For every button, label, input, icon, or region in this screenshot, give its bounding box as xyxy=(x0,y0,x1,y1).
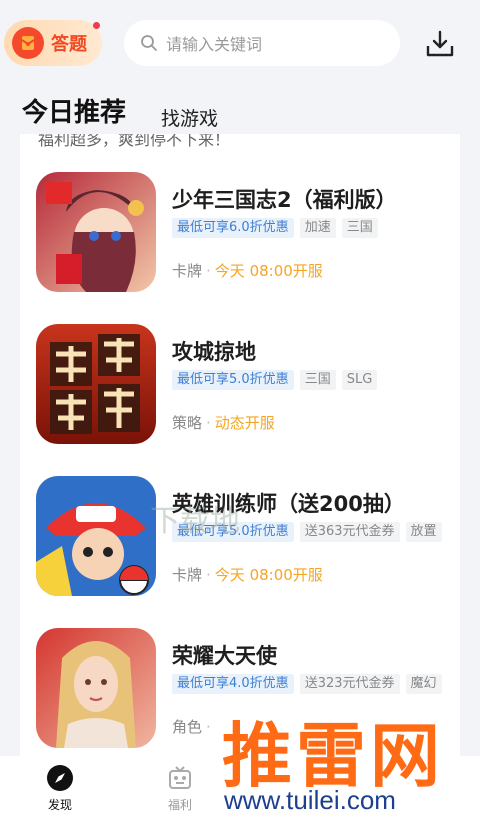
game-meta: 策略 · 动态开服 xyxy=(172,412,275,433)
notification-dot xyxy=(93,22,100,29)
discount-tag: 最低可享5.0折优惠 xyxy=(172,370,294,390)
quiz-label: 答题 xyxy=(51,34,87,55)
meta-separator: · xyxy=(206,718,211,736)
tag: 三国 xyxy=(299,370,336,390)
game-meta: 卡牌 · 今天 08:00开服 xyxy=(172,564,323,585)
nav-label: 发现 xyxy=(47,798,72,812)
tag: 放置 xyxy=(405,522,442,542)
tag: 送363元代金券 xyxy=(299,522,400,542)
game-category: 策略 xyxy=(172,414,203,432)
game-category: 卡牌 xyxy=(172,566,203,584)
nav-welfare[interactable]: 福利 xyxy=(150,764,210,813)
game-item[interactable]: 少年三国志2（福利版） 最低可享6.0折优惠 加速 三国 卡牌 · 今天 08:00… xyxy=(36,172,446,298)
top-bar: 答题 请输入关键词 xyxy=(0,0,480,90)
compass-icon xyxy=(47,765,73,791)
shaonian-sanguozhi-icon xyxy=(36,172,156,292)
gongcheng-luedi-icon xyxy=(36,324,156,444)
tab-find-games[interactable]: 找游戏 xyxy=(161,104,218,131)
game-category: 角色 xyxy=(172,718,203,736)
quiz-entry-button[interactable]: 答题 xyxy=(4,20,102,66)
app-screen: 答题 请输入关键词 今日推荐 找游戏 福利超多，爽到停不下来！ 少年三国志2（福… xyxy=(0,0,480,821)
meta-separator: · xyxy=(206,566,211,584)
url-watermark: www.tuilei.com xyxy=(224,785,396,815)
yingxiong-xunlianshi-icon xyxy=(36,476,156,596)
tag: 三国 xyxy=(341,218,378,238)
nav-label: 福利 xyxy=(167,798,192,812)
game-meta: 卡牌 · 今天 08:00开服 xyxy=(172,260,323,281)
tag-list: 最低可享4.0折优惠 送323元代金券 魔幻 xyxy=(172,674,442,694)
tag: SLG xyxy=(341,370,378,390)
game-category: 卡牌 xyxy=(172,262,203,280)
search-placeholder: 请输入关键词 xyxy=(166,35,263,54)
server-open-time: 今天 08:00开服 xyxy=(214,262,323,280)
download-icon[interactable] xyxy=(424,28,456,60)
game-meta: 角色 · xyxy=(172,716,215,737)
red-envelope-icon xyxy=(12,27,44,59)
gift-robot-icon xyxy=(169,766,191,789)
search-icon xyxy=(141,35,157,51)
tag-list: 最低可享6.0折优惠 加速 三国 xyxy=(172,218,378,238)
tag-list: 最低可享5.0折优惠 三国 SLG xyxy=(172,370,378,390)
discount-tag: 最低可享4.0折优惠 xyxy=(172,674,294,694)
tab-bar: 今日推荐 找游戏 xyxy=(0,90,480,134)
tag: 送323元代金券 xyxy=(299,674,400,694)
tag: 加速 xyxy=(299,218,336,238)
game-list-card: 福利超多，爽到停不下来！ 少年三国志2（福利版） 最低可享6.0折优惠 加速 三… xyxy=(20,134,460,756)
server-open-time: 今天 08:00开服 xyxy=(214,566,323,584)
nav-discover[interactable]: 发现 xyxy=(30,764,90,813)
discount-tag: 最低可享6.0折优惠 xyxy=(172,218,294,238)
rongyao-datianshi-icon xyxy=(36,628,156,748)
game-title: 荣耀大天使 xyxy=(172,644,277,668)
meta-separator: · xyxy=(206,414,211,432)
game-item[interactable]: 英雄训练师（送200抽） 最低可享5.0折优惠 送363元代金券 放置 卡牌 · 今… xyxy=(36,476,446,602)
tag: 魔幻 xyxy=(405,674,442,694)
game-title: 少年三国志2（福利版） xyxy=(172,188,397,212)
game-title: 攻城掠地 xyxy=(172,340,256,364)
tab-today-recommend[interactable]: 今日推荐 xyxy=(22,92,126,129)
meta-separator: · xyxy=(206,262,211,280)
intro-text: 福利超多，爽到停不下来！ xyxy=(38,134,231,149)
game-item[interactable]: 攻城掠地 最低可享5.0折优惠 三国 SLG 策略 · 动态开服 xyxy=(36,324,446,450)
faint-watermark: 下载地 xyxy=(150,504,240,539)
search-input[interactable]: 请输入关键词 xyxy=(124,20,400,66)
server-open-time: 动态开服 xyxy=(214,414,275,432)
